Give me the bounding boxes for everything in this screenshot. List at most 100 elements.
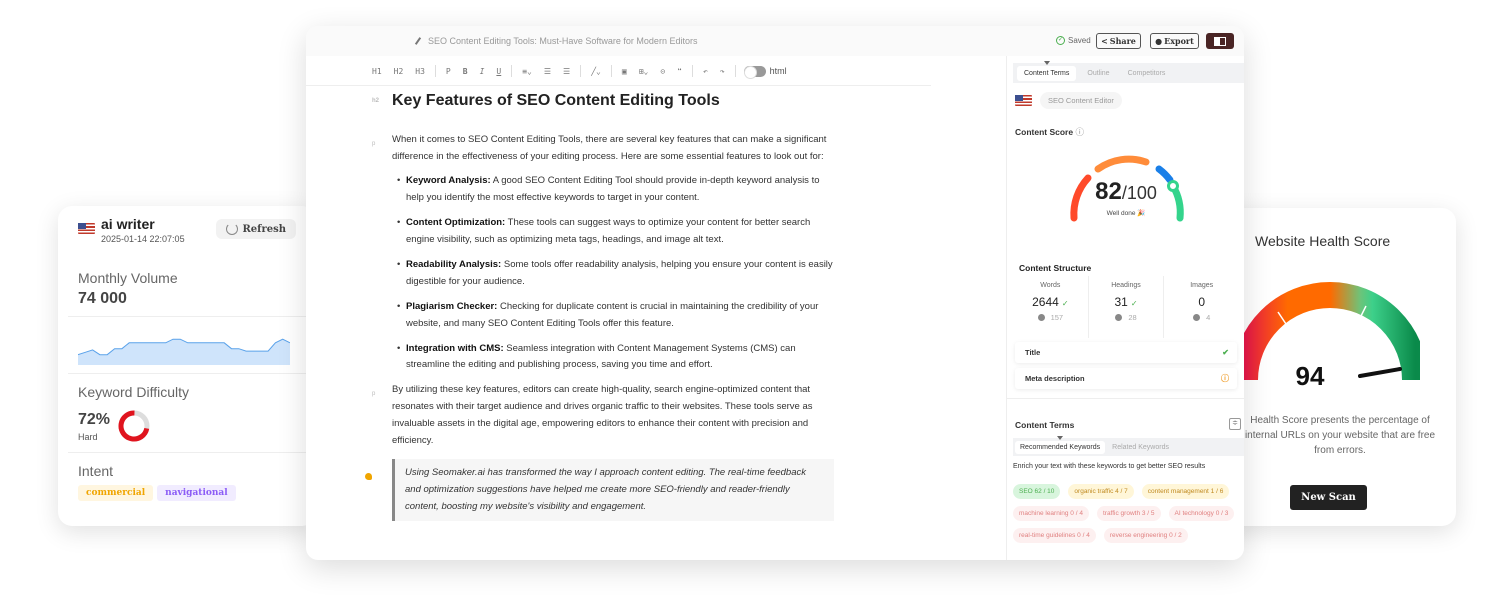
toolbar-separator <box>691 65 693 77</box>
intent-tag-navigational: navigational <box>157 485 236 501</box>
keyword-card-header: ai writer 2025-01-14 22:07:05 Refresh <box>78 216 296 260</box>
tab-content-terms[interactable]: Content Terms <box>1017 60 1077 81</box>
highlight-icon[interactable]: ╱⌄ <box>585 67 607 76</box>
share-icon: < <box>1101 36 1108 46</box>
redo-icon[interactable]: ↷ <box>714 67 731 76</box>
toolbar-separator <box>610 65 612 77</box>
conclusion-paragraph[interactable]: p By utilizing these key features, edito… <box>372 382 837 449</box>
conclusion-text: By utilizing these key features, editors… <box>392 384 813 446</box>
structure-words: Words 2644 ✓ 157 <box>1013 276 1089 338</box>
share-label: Share <box>1109 36 1136 46</box>
terms-hint: Enrich your text with these keywords to … <box>1013 463 1206 470</box>
formatting-toolbar: H1 H2 H3 P B I U ≡⌄ ☰ ☰ ╱⌄ ▣ ⊞⌄ ⊝ ❝ ↶ ↷ … <box>366 62 787 80</box>
intent-label: Intent <box>78 463 114 479</box>
toolbar-separator <box>511 65 513 77</box>
engine-selector[interactable]: SEO Content Editor <box>1015 92 1122 109</box>
undo-icon[interactable]: ↶ <box>697 67 714 76</box>
keyword-chip[interactable]: traffic growth 3 / 5 <box>1096 506 1161 521</box>
table-icon[interactable]: ⊞⌄ <box>633 67 655 76</box>
link-icon[interactable]: ⊝ <box>654 67 671 76</box>
info-icon[interactable]: ⓘ <box>1075 127 1084 137</box>
list-item[interactable]: Content Optimization: These tools can su… <box>397 215 837 248</box>
toolbar-separator <box>734 65 736 77</box>
feature-title: Plagiarism Checker: <box>406 300 498 312</box>
meta-description-row[interactable]: Meta description ⓘ <box>1015 368 1237 389</box>
ai-hint-icon[interactable] <box>365 473 372 481</box>
document-title-text[interactable]: SEO Content Editing Tools: Must-Have Sof… <box>428 36 697 46</box>
content-score-max: /100 <box>1121 183 1157 203</box>
quote-icon[interactable]: ❝ <box>671 67 688 76</box>
target-icon <box>1115 314 1123 321</box>
keyword-chip[interactable]: organic traffic 4 / 7 <box>1068 484 1134 499</box>
score-message: Well done 🎉 <box>1106 210 1146 217</box>
divider <box>68 316 306 317</box>
content-heading[interactable]: h2 Key Features of SEO Content Editing T… <box>372 92 837 120</box>
target-icon <box>1037 314 1045 321</box>
keyword-chip[interactable]: real-time guidelines 0 / 4 <box>1013 528 1096 543</box>
bullet-list-icon[interactable]: ☰ <box>557 67 576 76</box>
document-title: SEO Content Editing Tools: Must-Have Sof… <box>414 36 697 46</box>
target-icon <box>1193 314 1201 321</box>
blockquote[interactable]: Using Seomaker.ai has transformed the wa… <box>365 459 834 522</box>
title-check-row[interactable]: Title ✔ <box>1015 342 1237 363</box>
refresh-icon <box>226 223 239 235</box>
score-gauge-segment-orange <box>1094 155 1150 173</box>
content-score-number: 82 <box>1095 178 1122 205</box>
structure-target: 4 <box>1206 313 1211 322</box>
refresh-button[interactable]: Refresh <box>216 219 296 239</box>
keyword-chip[interactable]: machine learning 0 / 4 <box>1013 506 1089 521</box>
keyword-chip[interactable]: SEO 62 / 10 <box>1013 484 1061 499</box>
intent-tag-commercial: commercial <box>78 485 154 501</box>
refresh-label: Refresh <box>242 223 286 235</box>
structure-images: Images 0 4 <box>1164 276 1239 338</box>
monthly-volume-label: Monthly Volume <box>78 270 178 286</box>
quote-text: Using Seomaker.ai has transformed the wa… <box>405 467 806 512</box>
toggle-sidebar-button[interactable] <box>1206 33 1234 49</box>
new-scan-button[interactable]: New Scan <box>1290 485 1367 510</box>
keyword-chip[interactable]: content management 1 / 6 <box>1141 484 1230 499</box>
underline-button[interactable]: U <box>490 67 507 76</box>
list-item[interactable]: Keyword Analysis: A good SEO Content Edi… <box>397 173 837 206</box>
us-flag-icon <box>78 223 95 234</box>
italic-button[interactable]: I <box>474 67 491 76</box>
warning-icon: ⓘ <box>1221 374 1229 383</box>
html-toggle[interactable] <box>743 65 766 79</box>
list-item[interactable]: Readability Analysis: Some tools offer r… <box>397 257 837 290</box>
heading3-button[interactable]: H3 <box>409 67 431 76</box>
paragraph-button[interactable]: P <box>440 67 457 76</box>
keyword-chip[interactable]: AI technology 0 / 3 <box>1168 506 1235 521</box>
tab-related-keywords[interactable]: Related Keywords <box>1107 441 1174 454</box>
intro-paragraph[interactable]: p When it comes to SEO Content Editing T… <box>372 132 837 165</box>
health-gauge-needle <box>1358 367 1402 378</box>
image-icon[interactable]: ▣ <box>616 67 633 76</box>
editor-content[interactable]: h2 Key Features of SEO Content Editing T… <box>365 92 837 522</box>
align-icon[interactable]: ≡⌄ <box>516 67 538 76</box>
content-structure-grid: Words 2644 ✓ 157 Headings 31 ✓ 28 Images 0… <box>1013 276 1239 338</box>
feature-title: Keyword Analysis: <box>406 175 491 187</box>
saved-status: ✓ Saved <box>1056 36 1091 45</box>
tab-recommended-keywords[interactable]: Recommended Keywords <box>1015 435 1106 454</box>
export-button[interactable]: ● Export <box>1150 33 1199 49</box>
structure-target: 28 <box>1128 313 1137 322</box>
heading1-button[interactable]: H1 <box>366 67 388 76</box>
share-button[interactable]: < Share <box>1096 33 1141 49</box>
heading2-button[interactable]: H2 <box>388 67 410 76</box>
feature-title: Content Optimization: <box>406 217 506 229</box>
structure-label: Headings <box>1111 282 1141 289</box>
structure-value: 31 <box>1114 295 1128 309</box>
ordered-list-icon[interactable]: ☰ <box>538 67 557 76</box>
bold-button[interactable]: B <box>457 67 474 76</box>
check-circle-icon: ✔ <box>1222 348 1229 357</box>
us-flag-icon <box>1015 95 1032 106</box>
list-item[interactable]: Integration with CMS: Seamless integrati… <box>397 341 837 374</box>
tab-outline[interactable]: Outline <box>1080 66 1116 81</box>
pen-icon <box>414 37 422 45</box>
tab-competitors[interactable]: Competitors <box>1121 66 1173 81</box>
saved-label: Saved <box>1068 36 1091 45</box>
health-score-gauge: 94 <box>1240 282 1420 388</box>
feature-title: Integration with CMS: <box>406 342 504 354</box>
filter-settings-icon[interactable]: ≑ <box>1229 418 1241 430</box>
keyword-chip[interactable]: reverse engineering 0 / 2 <box>1103 528 1188 543</box>
content-terms-title: Content Terms <box>1015 420 1075 430</box>
list-item[interactable]: Plagiarism Checker: Checking for duplica… <box>397 299 837 332</box>
